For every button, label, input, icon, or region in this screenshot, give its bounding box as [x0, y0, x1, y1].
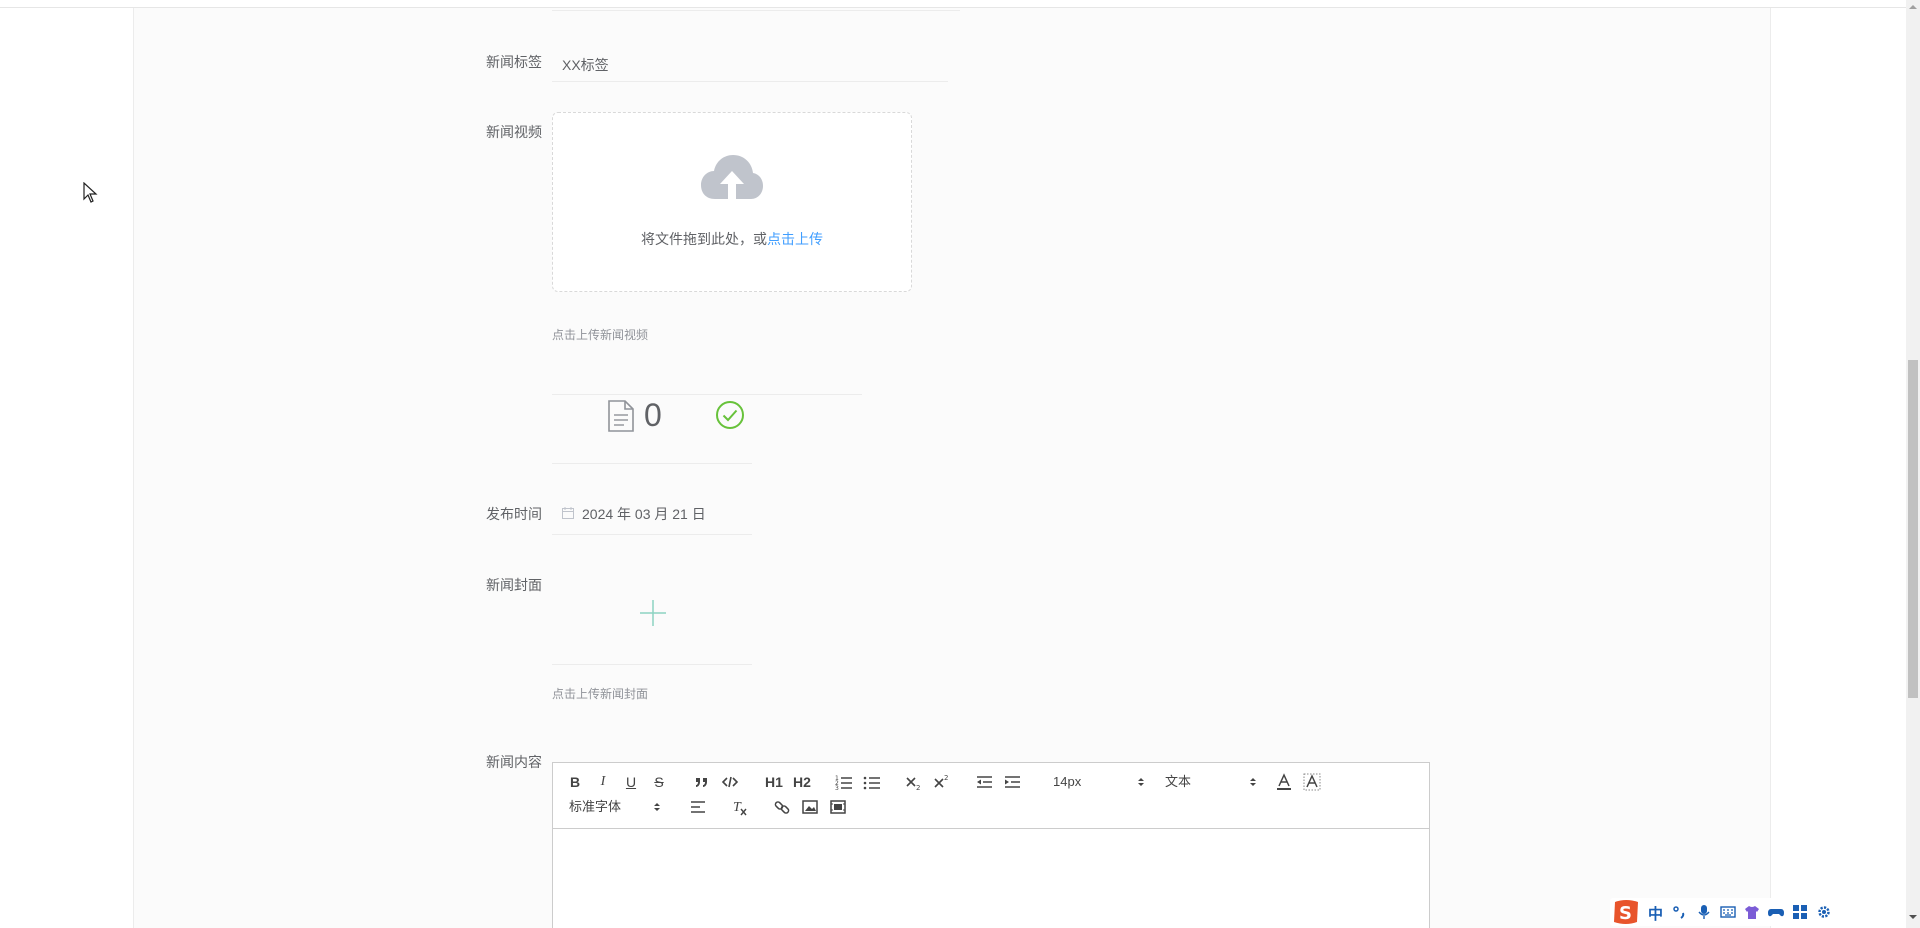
text-color-icon [1277, 773, 1291, 790]
subscript-button[interactable]: 2 [905, 772, 923, 792]
code-icon [721, 776, 739, 788]
ordered-list-icon: 1 2 3 [835, 775, 852, 792]
clear-format-button[interactable]: T [731, 797, 749, 817]
publish-date-picker[interactable]: 2024 年 03 月 21 日 [552, 500, 752, 534]
quote-icon [696, 778, 707, 787]
cover-underline [552, 664, 752, 665]
page: 新闻标签 新闻视频 将文件拖到此处，或点击上传 点击上传新闻视频 0 发布时间 [0, 0, 1920, 928]
calendar-icon [562, 507, 574, 519]
indent-icon [1005, 776, 1020, 788]
svg-text:S: S [1619, 903, 1632, 924]
game-controller-icon[interactable] [1768, 904, 1784, 920]
video-button[interactable] [829, 797, 847, 817]
ordered-list-button[interactable]: 1 2 3 [835, 772, 853, 792]
rich-text-editor: B I U S H1 H2 1 2 3 2 2 14px 文本 标准字体 T [552, 762, 1430, 928]
video-upload-tip: 点击上传新闻视频 [552, 328, 649, 342]
header1-button[interactable]: H1 [763, 772, 785, 792]
tag-input-underline [552, 81, 948, 82]
click-upload-link[interactable]: 点击上传 [767, 231, 823, 247]
svg-text:3: 3 [835, 785, 839, 792]
scroll-up-arrow-icon[interactable] [1909, 3, 1917, 11]
image-icon [802, 800, 818, 814]
video-label: 新闻视频 [486, 124, 542, 140]
settings-gear-icon[interactable] [1816, 904, 1832, 920]
align-button[interactable] [689, 797, 707, 817]
punctuation-icon[interactable] [1672, 904, 1688, 920]
publish-time-label: 发布时间 [486, 506, 542, 522]
image-button[interactable] [801, 797, 819, 817]
upload-cloud-icon [701, 155, 763, 199]
italic-button[interactable]: I [595, 772, 611, 792]
bullet-list-button[interactable] [863, 772, 881, 792]
content-label: 新闻内容 [486, 754, 542, 770]
skin-shirt-icon[interactable] [1744, 904, 1760, 920]
updown-arrow-icon [654, 803, 660, 811]
video-upload-text: 将文件拖到此处，或点击上传 [553, 229, 911, 249]
video-icon [830, 800, 846, 814]
subscript-icon: 2 [906, 777, 920, 792]
superscript-button[interactable]: 2 [933, 772, 951, 792]
svg-text:T: T [733, 800, 742, 815]
ime-toolbar: S 中 [1610, 898, 1840, 926]
outdent-icon [977, 776, 992, 788]
background-color-icon [1303, 773, 1321, 791]
clear-format-icon: T [733, 800, 747, 816]
header-picker[interactable]: 文本 [1165, 772, 1257, 792]
date-underline [552, 534, 752, 535]
editor-toolbar: B I U S H1 H2 1 2 3 2 2 14px 文本 标准字体 T [553, 763, 1429, 829]
superscript-icon: 2 [934, 774, 948, 788]
link-icon [774, 801, 790, 814]
header2-button[interactable]: H2 [791, 772, 813, 792]
scrollbar-thumb[interactable] [1908, 360, 1918, 698]
microphone-icon[interactable] [1696, 904, 1712, 920]
underline-button[interactable]: U [623, 772, 639, 792]
updown-arrow-icon [1138, 778, 1144, 786]
previous-field-underline [552, 10, 960, 11]
plus-icon [640, 600, 666, 626]
mouse-cursor-icon [83, 182, 98, 203]
bold-button[interactable]: B [567, 772, 583, 792]
svg-text:2: 2 [916, 784, 920, 792]
align-left-icon [691, 801, 705, 813]
vertical-scrollbar[interactable] [1906, 0, 1920, 928]
updown-arrow-icon [1250, 778, 1256, 786]
blockquote-button[interactable] [693, 772, 711, 792]
stats-bottom-line [552, 463, 752, 464]
document-icon [608, 400, 634, 432]
font-size-picker[interactable]: 14px [1053, 772, 1145, 792]
tag-label: 新闻标签 [486, 54, 542, 70]
stat-row: 0 [552, 395, 862, 465]
font-family-value: 标准字体 [569, 799, 622, 814]
file-count: 0 [644, 397, 662, 433]
cover-upload-tip: 点击上传新闻封面 [552, 687, 649, 701]
cover-upload-button[interactable] [552, 576, 752, 666]
header-value: 文本 [1165, 774, 1192, 789]
outdent-button[interactable] [975, 772, 993, 792]
link-button[interactable] [773, 797, 791, 817]
cover-label: 新闻封面 [486, 577, 542, 593]
strike-button[interactable]: S [651, 772, 667, 792]
sogou-logo-icon[interactable]: S [1612, 899, 1640, 925]
svg-text:2: 2 [944, 774, 948, 782]
video-upload-dropzone[interactable]: 将文件拖到此处，或点击上传 [552, 112, 912, 292]
check-circle-icon [716, 401, 744, 429]
publish-date-value: 2024 年 03 月 21 日 [582, 506, 706, 522]
bullet-list-icon [863, 776, 880, 790]
editor-content-area[interactable] [553, 829, 1429, 928]
indent-button[interactable] [1003, 772, 1021, 792]
code-button[interactable] [721, 772, 739, 792]
scroll-down-arrow-icon[interactable] [1909, 913, 1917, 921]
keyboard-icon[interactable] [1720, 904, 1736, 920]
font-size-value: 14px [1053, 774, 1082, 789]
background-color-button[interactable] [1303, 772, 1321, 792]
font-family-picker[interactable]: 标准字体 [569, 797, 661, 817]
toolbox-grid-icon[interactable] [1792, 904, 1808, 920]
text-color-button[interactable] [1275, 772, 1293, 792]
tag-input[interactable] [552, 50, 948, 80]
drag-text: 将文件拖到此处，或 [641, 231, 767, 247]
ime-mode-chinese[interactable]: 中 [1648, 903, 1663, 924]
